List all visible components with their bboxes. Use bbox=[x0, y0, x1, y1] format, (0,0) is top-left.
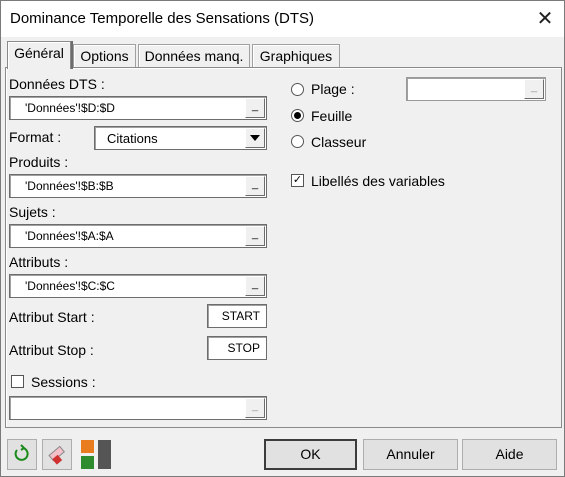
reset-button[interactable] bbox=[7, 439, 37, 470]
sujets-label: Sujets : bbox=[9, 204, 56, 220]
donnees-dts-value: 'Données'!$D:$D bbox=[25, 101, 115, 115]
radio-selected-dot bbox=[294, 112, 301, 119]
dialog-window: Dominance Temporelle des Sensations (DTS… bbox=[0, 0, 565, 477]
aide-button[interactable]: Aide bbox=[462, 439, 557, 470]
format-select[interactable]: Citations bbox=[94, 126, 267, 150]
produits-field[interactable]: 'Données'!$B:$B _ bbox=[9, 174, 267, 198]
plage-field[interactable]: _ bbox=[406, 77, 546, 101]
feuille-label: Feuille bbox=[311, 108, 353, 124]
produits-ref-button[interactable]: _ bbox=[245, 176, 265, 196]
ok-button[interactable]: OK bbox=[264, 439, 357, 470]
attribut-start-label: Attribut Start : bbox=[9, 309, 95, 325]
produits-value: 'Données'!$B:$B bbox=[25, 179, 114, 193]
sessions-checkbox[interactable] bbox=[11, 375, 24, 388]
refresh-icon bbox=[14, 444, 29, 461]
tab-graphiques[interactable]: Graphiques bbox=[252, 44, 340, 68]
libelles-label: Libellés des variables bbox=[311, 173, 445, 189]
donnees-dts-field[interactable]: 'Données'!$D:$D _ bbox=[9, 96, 267, 120]
tab-options[interactable]: Options bbox=[73, 44, 136, 68]
attribut-start-input[interactable]: START bbox=[207, 304, 267, 328]
tab-donnees-manquantes[interactable]: Données manq. bbox=[138, 44, 250, 68]
format-value: Citations bbox=[107, 131, 158, 146]
attributs-ref-button[interactable]: _ bbox=[245, 276, 265, 296]
libelles-checkbox[interactable]: ✓ bbox=[291, 174, 304, 187]
attributs-label: Attributs : bbox=[9, 254, 69, 270]
sujets-value: 'Données'!$A:$A bbox=[25, 229, 114, 243]
annuler-button[interactable]: Annuler bbox=[363, 439, 458, 470]
attribut-stop-label: Attribut Stop : bbox=[9, 342, 94, 358]
classeur-radio[interactable] bbox=[291, 135, 304, 148]
plage-label: Plage : bbox=[311, 81, 355, 97]
donnees-dts-ref-button[interactable]: _ bbox=[245, 98, 265, 118]
sessions-label: Sessions : bbox=[31, 374, 96, 390]
chevron-down-icon[interactable] bbox=[245, 128, 265, 148]
attribut-stop-value: STOP bbox=[227, 341, 260, 355]
close-icon[interactable]: ✕ bbox=[530, 4, 560, 34]
plage-radio[interactable] bbox=[291, 83, 304, 96]
sujets-ref-button[interactable]: _ bbox=[245, 226, 265, 246]
sessions-ref-button[interactable]: _ bbox=[245, 398, 265, 418]
tab-general[interactable]: Général bbox=[7, 41, 71, 69]
plage-ref-button[interactable]: _ bbox=[524, 79, 544, 99]
sessions-field[interactable]: _ bbox=[9, 396, 267, 420]
clear-button[interactable] bbox=[42, 439, 72, 470]
attribut-start-value: START bbox=[221, 309, 260, 323]
dialog-title: Dominance Temporelle des Sensations (DTS… bbox=[10, 10, 315, 27]
eraser-icon bbox=[48, 445, 65, 465]
attribut-stop-input[interactable]: STOP bbox=[207, 336, 267, 360]
attributs-value: 'Données'!$C:$C bbox=[25, 279, 115, 293]
donnees-dts-label: Données DTS : bbox=[9, 76, 105, 92]
classeur-label: Classeur bbox=[311, 134, 367, 150]
layout-icon bbox=[81, 440, 111, 469]
feuille-radio[interactable] bbox=[291, 109, 304, 122]
sujets-field[interactable]: 'Données'!$A:$A _ bbox=[9, 224, 267, 248]
layout-toggle-button[interactable] bbox=[79, 439, 113, 470]
produits-label: Produits : bbox=[9, 154, 69, 170]
title-bar: Dominance Temporelle des Sensations (DTS… bbox=[1, 1, 564, 37]
format-label: Format : bbox=[9, 129, 62, 145]
attributs-field[interactable]: 'Données'!$C:$C _ bbox=[9, 274, 267, 298]
